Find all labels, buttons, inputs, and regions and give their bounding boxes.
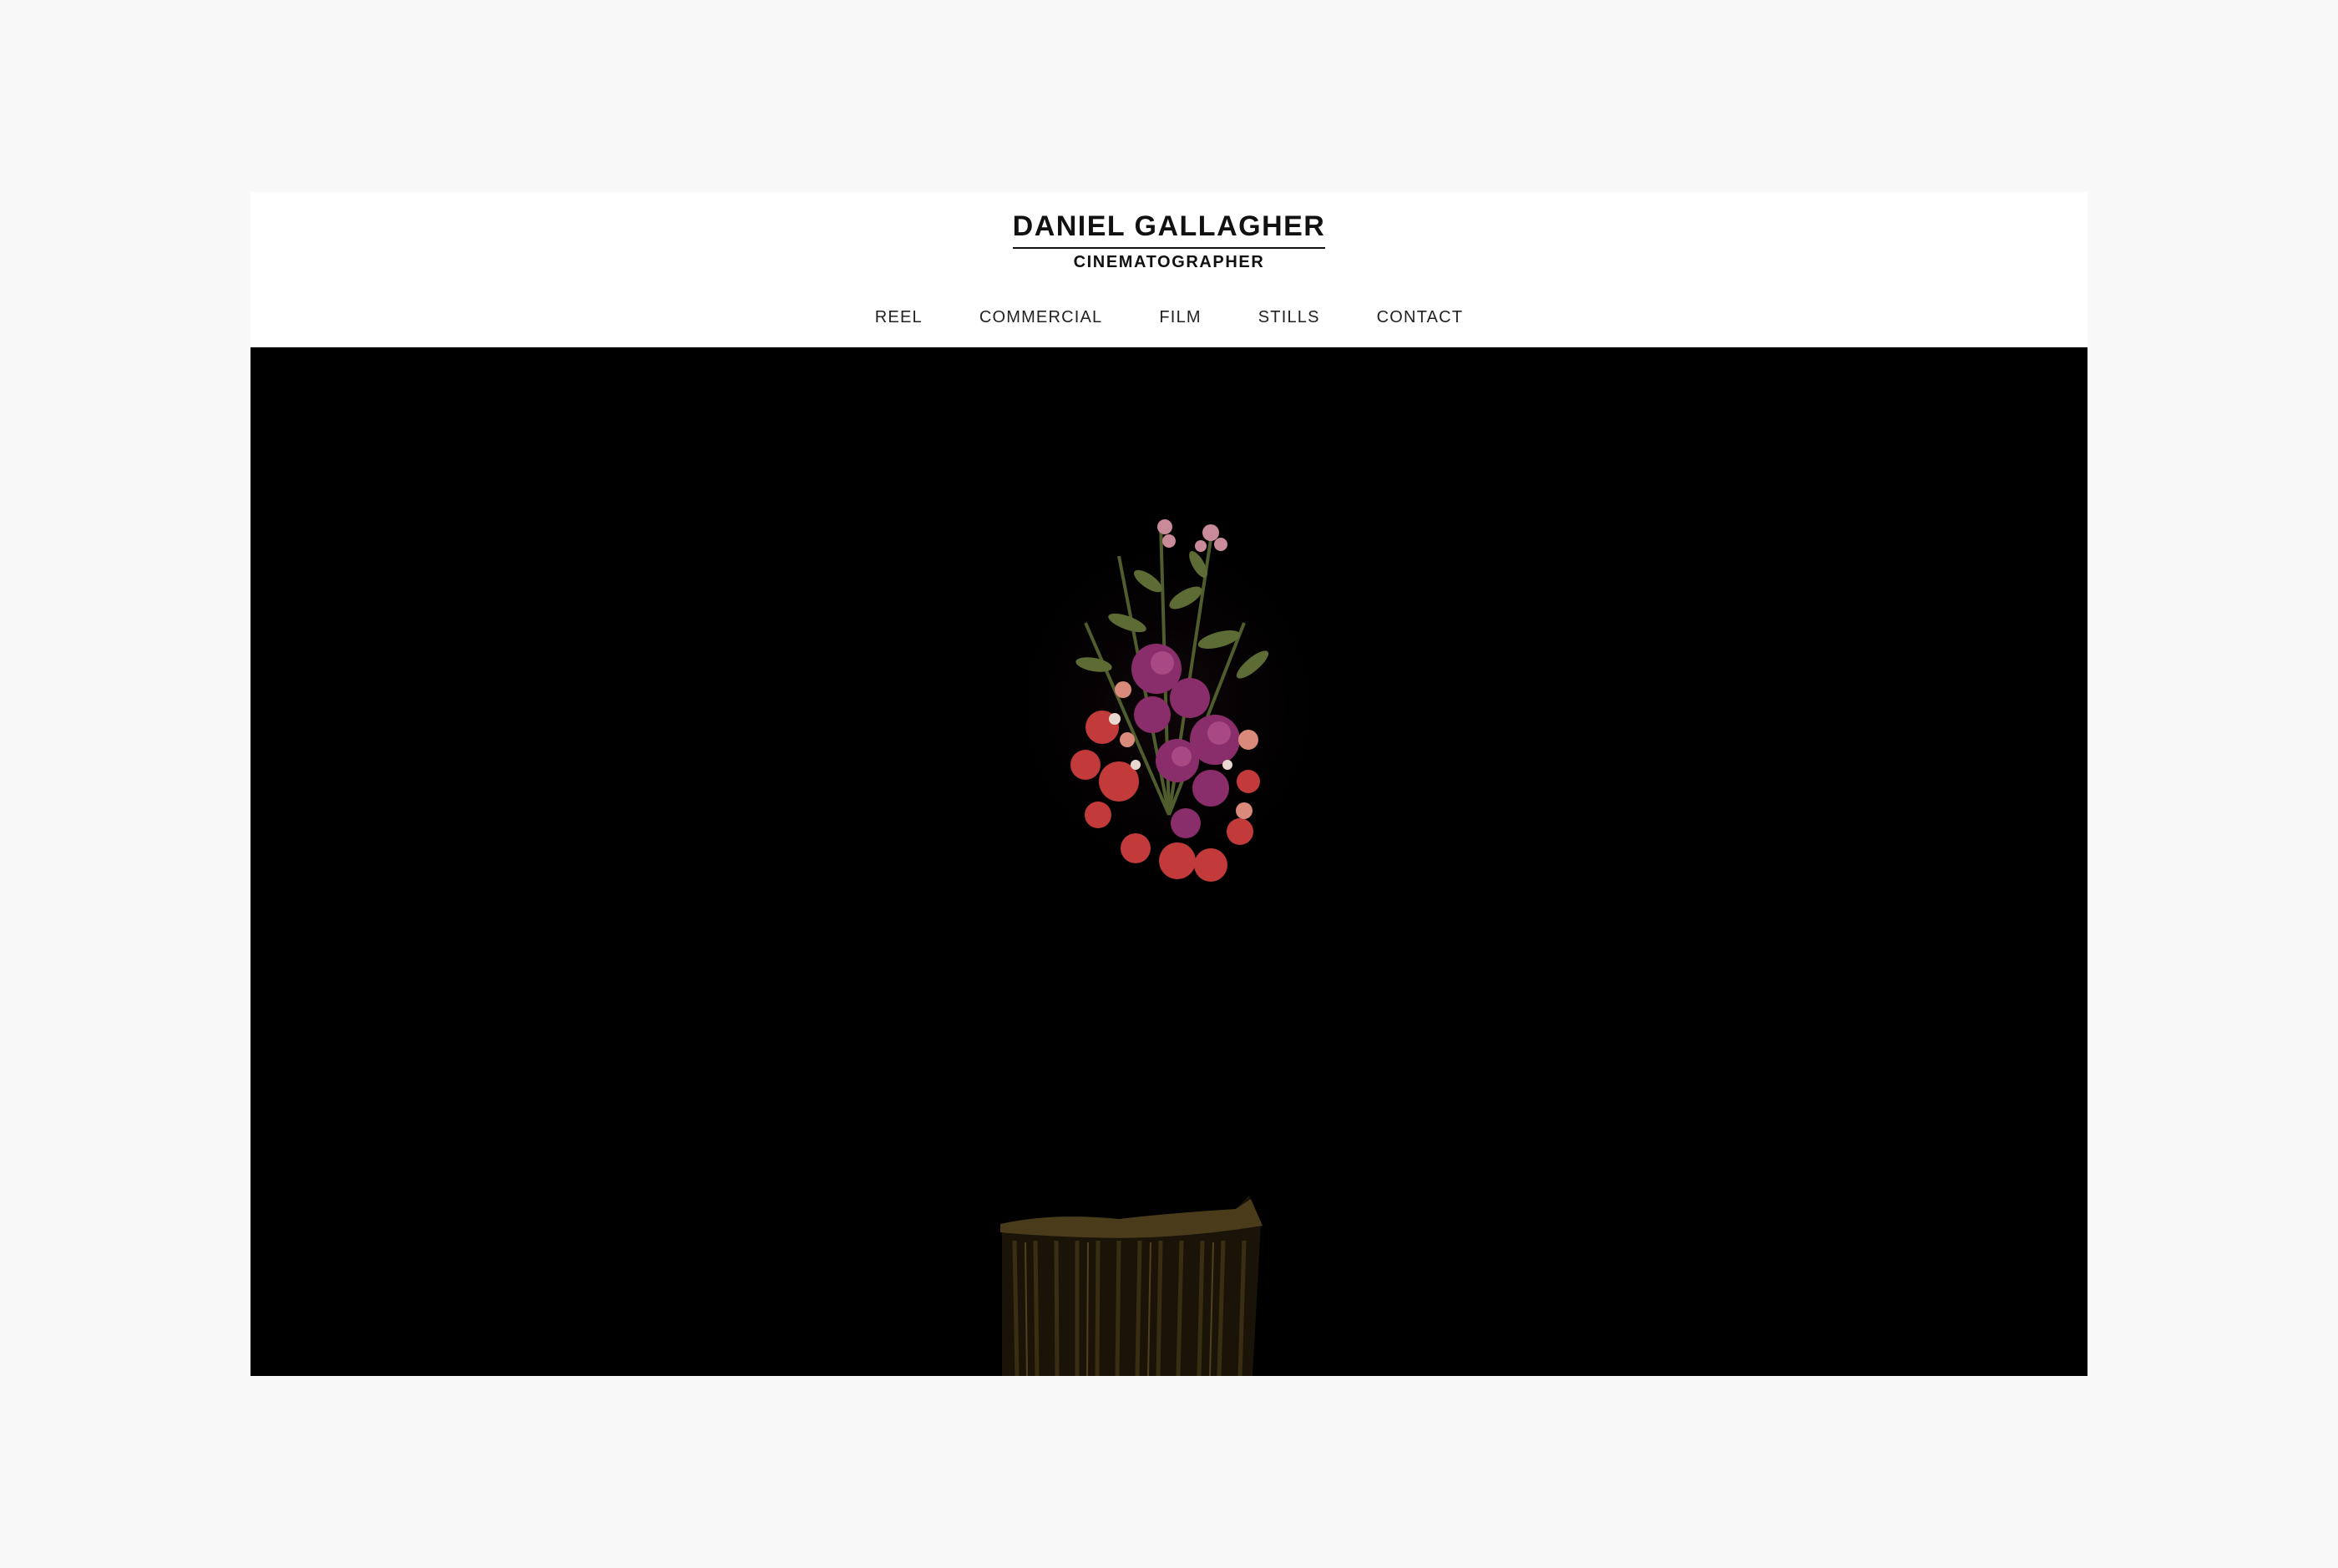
nav-item-reel[interactable]: REEL — [875, 302, 923, 332]
nav-item-contact[interactable]: CONTACT — [1377, 302, 1464, 332]
site-logo[interactable]: DANIEL GALLAGHER CINEMATOGRAPHER — [250, 209, 2088, 272]
flower-bouquet — [967, 489, 1368, 923]
site-name[interactable]: DANIEL GALLAGHER — [1012, 209, 1326, 249]
nav-item-commercial[interactable]: COMMERCIAL — [979, 302, 1103, 332]
nav-item-stills[interactable]: STILLS — [1258, 302, 1320, 332]
main-nav: REEL COMMERCIAL FILM STILLS CONTACT — [250, 302, 2088, 332]
nav-item-film[interactable]: FILM — [1159, 302, 1201, 332]
site-tagline: CINEMATOGRAPHER — [1073, 253, 1265, 271]
site-header: DANIEL GALLAGHER CINEMATOGRAPHER REEL CO… — [250, 192, 2088, 347]
hero-video[interactable] — [250, 347, 2088, 1376]
wicker-basket — [1000, 1196, 1263, 1376]
hero-still-image — [250, 347, 2088, 1376]
browser-viewport: DANIEL GALLAGHER CINEMATOGRAPHER REEL CO… — [250, 192, 2088, 1376]
